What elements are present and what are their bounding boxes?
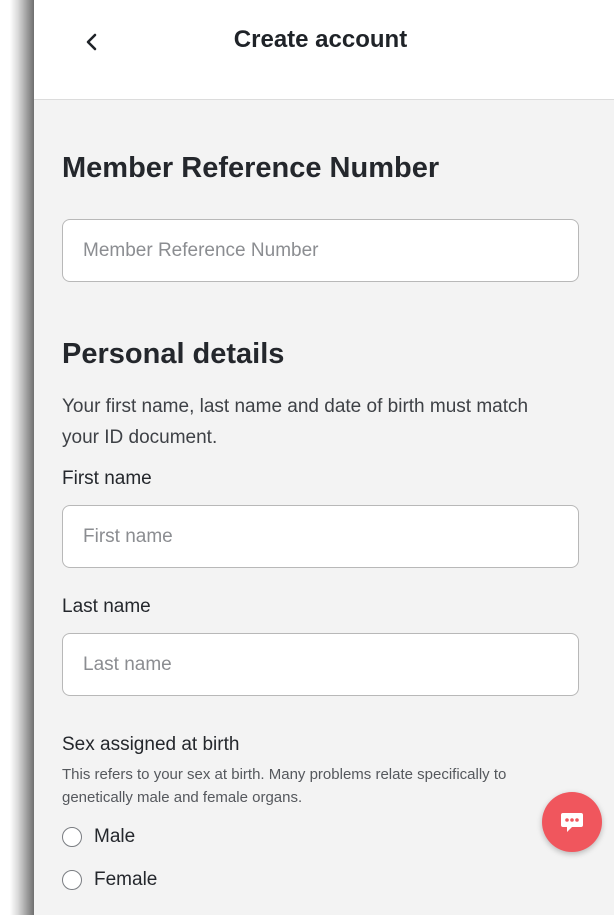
page-title: Create account — [233, 26, 408, 53]
radio-button[interactable] — [62, 827, 82, 847]
sex-assigned-helper: This refers to your sex at birth. Many p… — [62, 766, 507, 806]
personal-details-heading: Personal details — [62, 338, 285, 370]
member-reference-heading: Member Reference Number — [62, 152, 440, 184]
radio-male[interactable]: Male — [62, 825, 135, 849]
top-app-bar: Create account — [34, 0, 614, 100]
first-name-input[interactable] — [62, 505, 579, 568]
radio-label: Male — [94, 826, 136, 847]
chat-button[interactable] — [542, 792, 602, 852]
sex-assigned-label: Sex assigned at birth — [62, 734, 240, 755]
personal-details-description: Your first name, last name and date of b… — [62, 396, 529, 448]
chat-bubble-icon — [561, 813, 583, 832]
app-frame: Create account Member Reference Number P… — [0, 0, 614, 915]
last-name-label: Last name — [62, 596, 151, 617]
radio-label: Female — [94, 869, 158, 890]
first-name-label: First name — [62, 468, 152, 489]
radio-button[interactable] — [62, 870, 82, 890]
window-shadow — [0, 0, 34, 915]
radio-female[interactable]: Female — [62, 868, 157, 892]
last-name-input[interactable] — [62, 633, 579, 696]
create-account-screen: Create account Member Reference Number P… — [34, 0, 614, 915]
member-reference-input[interactable] — [62, 219, 579, 282]
